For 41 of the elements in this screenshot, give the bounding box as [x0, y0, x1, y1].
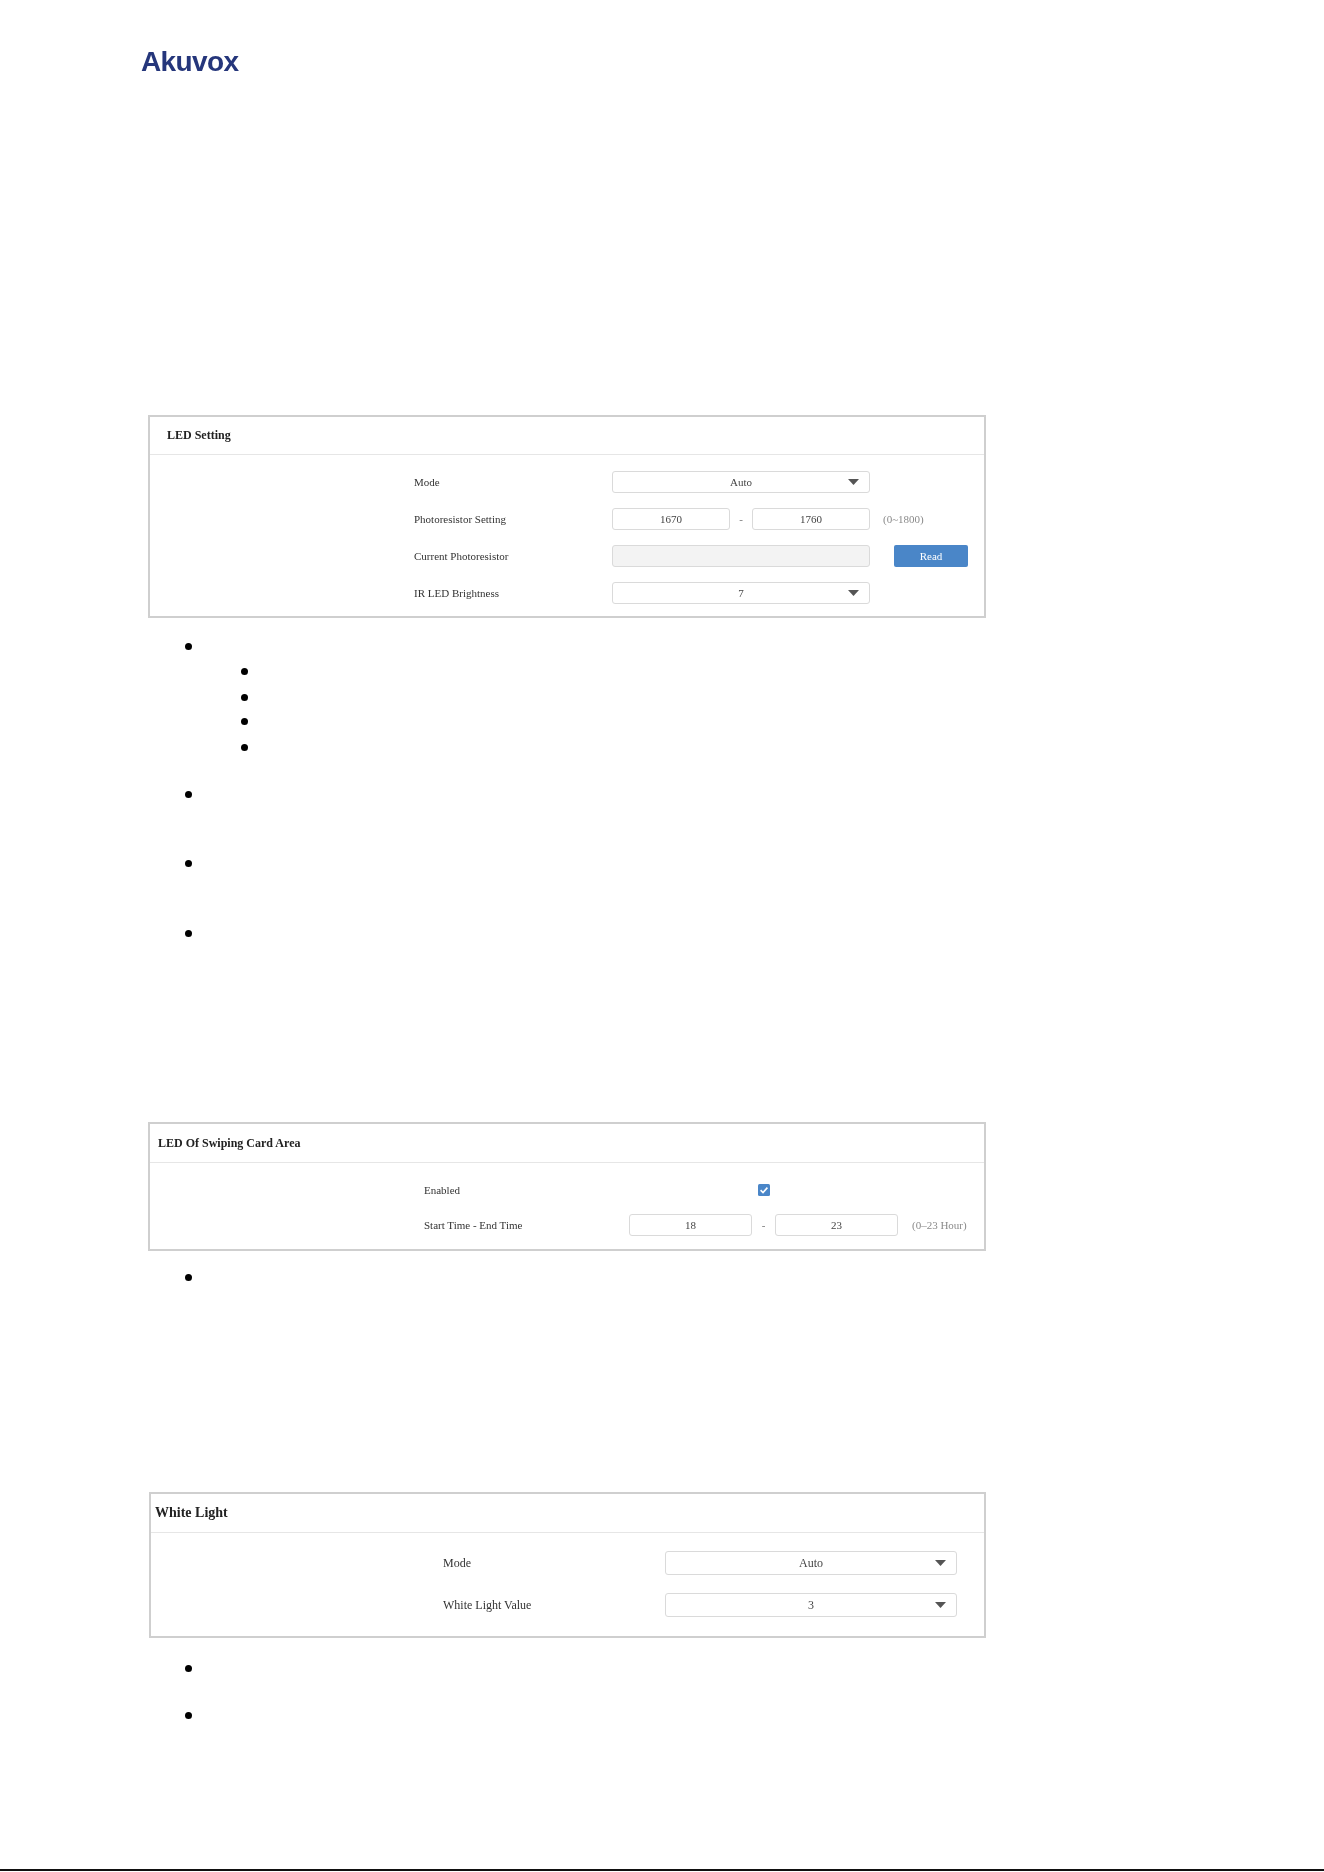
input-field[interactable]: 1670 — [612, 508, 730, 530]
field-label: Enabled — [424, 1184, 462, 1196]
panel-title: White Light — [155, 1505, 228, 1521]
bullet-icon — [240, 743, 248, 751]
dropdown[interactable]: Auto — [612, 471, 870, 493]
panel-title: LED Setting — [167, 428, 231, 443]
field-label: Mode — [443, 1555, 472, 1571]
caret-icon — [935, 1560, 946, 1566]
panel-title: LED Of Swiping Card Area — [158, 1135, 301, 1151]
bullet-icon — [184, 790, 192, 798]
field-label: Start Time - End Time — [424, 1219, 524, 1231]
checkbox[interactable] — [757, 1184, 770, 1196]
brand-logo: Akuvox — [141, 46, 239, 78]
field-label: Current Photoresistor — [414, 550, 510, 562]
caret-icon — [848, 590, 859, 596]
bullet-icon — [184, 1273, 192, 1281]
bullet-icon — [184, 859, 192, 867]
input-field[interactable]: 23 — [775, 1214, 898, 1236]
dropdown[interactable]: 3 — [665, 1593, 957, 1617]
bullet-icon — [184, 1664, 192, 1672]
bullet-icon — [184, 929, 192, 937]
range-hint: (0–23 Hour) — [912, 1219, 967, 1231]
dropdown[interactable]: 7 — [612, 582, 870, 604]
bullet-icon — [184, 1711, 192, 1719]
caret-icon — [935, 1602, 946, 1608]
field-label: IR LED Brightness — [414, 587, 500, 599]
bullet-icon — [240, 718, 248, 725]
read-button[interactable]: Read — [894, 545, 968, 567]
input-field[interactable]: 1760 — [752, 508, 870, 530]
field-label: White Light Value — [443, 1597, 533, 1613]
range-separator: - — [760, 1219, 767, 1231]
field-label: Photoresistor Setting — [414, 513, 507, 525]
caret-icon — [848, 479, 859, 485]
bullet-icon — [240, 668, 248, 675]
range-hint: (0~1800) — [883, 513, 924, 525]
bullet-icon — [240, 693, 248, 701]
bullet-icon — [184, 642, 192, 650]
field-label: Mode — [414, 476, 441, 488]
range-separator: - — [738, 513, 744, 525]
dropdown[interactable]: Auto — [665, 1551, 957, 1575]
input-field[interactable]: 18 — [629, 1214, 752, 1236]
